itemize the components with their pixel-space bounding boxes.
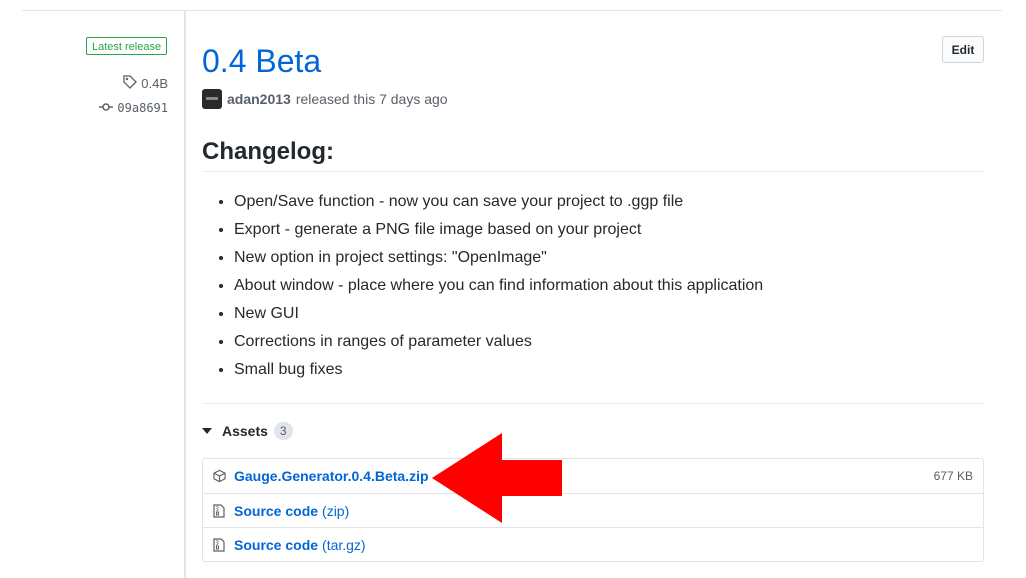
asset-row[interactable]: Source code (zip): [203, 493, 983, 527]
asset-download-link[interactable]: Gauge.Generator.0.4.Beta.zip: [234, 468, 429, 484]
list-item: About window - place where you can find …: [234, 272, 763, 300]
list-item: Export - generate a PNG file image based…: [234, 216, 763, 244]
commit-sha: 09a8691: [117, 101, 168, 115]
commit-icon: [99, 101, 114, 115]
assets-count-badge: 3: [273, 422, 293, 440]
commit-link[interactable]: 09a8691: [99, 101, 168, 115]
tag-icon: [123, 75, 138, 92]
list-item: Small bug fixes: [234, 356, 763, 384]
asset-row[interactable]: Source code (tar.gz): [203, 527, 983, 561]
asset-format: (tar.gz): [322, 536, 366, 553]
avatar[interactable]: [202, 89, 222, 109]
asset-size: 677 KB: [933, 469, 973, 483]
edit-button[interactable]: Edit: [942, 36, 984, 63]
asset-format: (zip): [322, 502, 350, 519]
assets-toggle[interactable]: Assets 3: [202, 422, 293, 440]
list-item: New GUI: [234, 300, 763, 328]
file-zip-icon: [213, 503, 226, 518]
tag-name: 0.4B: [141, 76, 168, 91]
caret-down-icon: [202, 428, 212, 434]
red-arrow-annotation: [432, 433, 564, 528]
source-code-zip-link[interactable]: Source code: [234, 503, 318, 519]
release-author-row: adan2013 released this 7 days ago: [202, 89, 448, 109]
source-code-targz-link[interactable]: Source code: [234, 537, 318, 553]
package-icon: [213, 469, 226, 483]
release-date-text: released this 7 days ago: [295, 91, 448, 107]
assets-label: Assets: [222, 423, 268, 439]
assets-list: Gauge.Generator.0.4.Beta.zip 677 KB Sour…: [202, 458, 984, 562]
tag-link[interactable]: 0.4B: [123, 75, 168, 92]
release-title[interactable]: 0.4 Beta: [202, 40, 321, 82]
file-zip-icon: [213, 537, 226, 552]
latest-release-badge: Latest release: [86, 37, 168, 55]
list-item: Corrections in ranges of parameter value…: [234, 328, 763, 356]
heading-divider: [202, 171, 984, 172]
release-timeline-line: [184, 10, 186, 578]
top-divider: [22, 10, 1002, 11]
assets-divider: [202, 403, 984, 404]
changelog-list: Open/Save function - now you can save yo…: [202, 188, 763, 384]
asset-row[interactable]: Gauge.Generator.0.4.Beta.zip 677 KB: [203, 459, 983, 493]
list-item: Open/Save function - now you can save yo…: [234, 188, 763, 216]
changelog-heading: Changelog:: [202, 138, 334, 165]
list-item: New option in project settings: "OpenIma…: [234, 244, 763, 272]
author-link[interactable]: adan2013: [227, 91, 291, 107]
